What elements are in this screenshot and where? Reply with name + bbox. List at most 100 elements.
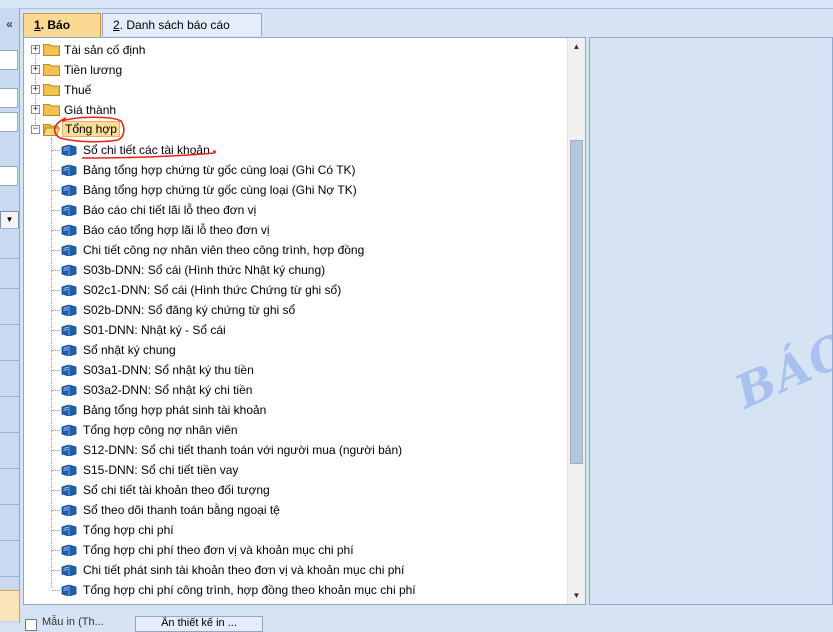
report-item[interactable]: Chi tiết công nợ nhân viên theo công trì… [24,240,569,260]
top-toolbar [0,0,833,9]
expand-icon[interactable]: + [31,105,40,114]
tree-connector [52,370,60,371]
sidebar-field[interactable] [0,88,18,108]
report-item[interactable]: S02c1-DNN: Sổ cái (Hình thức Chứng từ gh… [24,280,569,300]
report-item-label: Tổng hợp chi phí [83,523,174,537]
tree-connector [52,410,60,411]
scroll-up-icon[interactable]: ▲ [568,38,585,55]
report-item[interactable]: Báo cáo chi tiết lãi lỗ theo đơn vị [24,200,569,220]
tree-connector [52,190,60,191]
report-item[interactable]: Tổng hợp chi phí công trình, hợp đồng th… [24,580,569,600]
scrollbar-thumb[interactable] [570,140,583,464]
tree-connector [52,470,60,471]
report-item-label: Sổ nhật ký chung [83,343,176,357]
expand-icon[interactable]: + [31,85,40,94]
report-item[interactable]: Báo cáo tổng hợp lãi lỗ theo đơn vị [24,220,569,240]
report-book-icon [61,144,77,156]
report-item[interactable]: S15-DNN: Sổ chi tiết tiền vay [24,460,569,480]
report-item[interactable]: Sổ chi tiết tài khoản theo đối tượng [24,480,569,500]
scroll-down-icon[interactable]: ▼ [568,587,585,604]
report-item-label: Chi tiết công nợ nhân viên theo công trì… [83,243,365,257]
print-template-checkbox[interactable] [25,619,37,631]
divider [0,258,19,259]
divider [0,396,19,397]
tree-connector [52,430,60,431]
tree-connector [52,550,60,551]
tree-connector [52,390,60,391]
report-book-icon [61,464,77,476]
report-item[interactable]: Sổ theo dõi thanh toán bằng ngoại tệ [24,500,569,520]
tab-danh-sach-bao-cao[interactable]: 2. Danh sách báo cáo [102,13,262,36]
report-item[interactable]: S01-DNN: Nhật ký - Sổ cái [24,320,569,340]
report-item-label: S12-DNN: Sổ chi tiết thanh toán với ngườ… [83,443,403,457]
tree-folder-tong-hop[interactable]: − Tổng hợp [24,120,569,140]
report-book-icon [61,184,77,196]
report-book-icon [61,224,77,236]
tree-connector [52,150,60,151]
report-item-label: Báo cáo tổng hợp lãi lỗ theo đơn vị [83,223,270,237]
tree-connector [52,170,60,171]
divider [0,468,19,469]
report-item[interactable]: Tổng hợp chi phí [24,520,569,540]
report-item[interactable]: Bảng tổng hợp phát sinh tài khoản [24,400,569,420]
sidebar-field[interactable] [0,112,18,132]
expand-icon[interactable]: + [31,65,40,74]
report-item-label: Chi tiết phát sinh tài khoản theo đơn vị… [83,563,405,577]
report-preview-panel: BÁO [589,37,833,605]
tab-bao-cao[interactable]: 1. Báo cáo [23,13,101,54]
tree-connector [52,310,60,311]
report-item[interactable]: Sổ chi tiết các tài khoản [24,140,569,160]
sidebar-field[interactable] [0,50,18,70]
report-item[interactable]: Sổ nhật ký chung [24,340,569,360]
tree-folder-tien-luong[interactable]: + Tiền lương [24,60,569,80]
report-item-label: S03a2-DNN: Sổ nhật ký chi tiền [83,383,253,397]
report-book-icon [61,344,77,356]
report-item-label: Sổ theo dõi thanh toán bằng ngoại tệ [83,503,280,517]
tree-folder-tai-san-co-dinh[interactable]: + Tài sản cố định [24,40,569,60]
report-item[interactable]: Tổng hợp chi phí theo đơn vị và khoản mụ… [24,540,569,560]
report-item[interactable]: S12-DNN: Sổ chi tiết thanh toán với ngườ… [24,440,569,460]
report-item-label: S03b-DNN: Sổ cái (Hình thức Nhật ký chun… [83,263,326,277]
report-item[interactable]: Bảng tổng hợp chứng từ gốc cùng loại (Gh… [24,160,569,180]
hide-print-design-button[interactable]: Ẩn thiết kế in ... [135,616,263,632]
report-item[interactable]: S03b-DNN: Sổ cái (Hình thức Nhật ký chun… [24,260,569,280]
report-item[interactable]: Tổng hợp công nợ nhân viên [24,420,569,440]
tree-folder-label: Giá thành [64,103,117,117]
vertical-scrollbar[interactable]: ▲ ▼ [567,38,585,604]
open-folder-icon [43,124,60,136]
folder-icon [43,64,60,76]
tree-folder-gia-thanh[interactable]: + Giá thành [24,100,569,120]
folder-icon [43,44,60,56]
report-tree-panel: + Tài sản cố định + Tiền lương + Thuế + … [23,37,586,605]
report-item[interactable]: S03a1-DNN: Sổ nhật ký thu tiền [24,360,569,380]
report-book-icon [61,164,77,176]
folder-icon [43,84,60,96]
report-item-label: S15-DNN: Sổ chi tiết tiền vay [83,463,239,477]
report-book-icon [61,384,77,396]
report-item[interactable]: Bảng tổng hợp chứng từ gốc cùng loại (Gh… [24,180,569,200]
tree-folder-thue[interactable]: + Thuế [24,80,569,100]
divider [0,360,19,361]
collapse-icon[interactable]: − [31,125,40,134]
sidebar-field[interactable] [0,166,18,186]
report-book-icon [61,204,77,216]
report-book-icon [61,584,77,596]
tree-connector [52,570,60,571]
collapse-sidebar-button[interactable]: « [0,17,19,33]
sidebar-highlight-item[interactable] [0,590,19,621]
report-item[interactable]: S02b-DNN: Sổ đăng ký chứng từ ghi sổ [24,300,569,320]
report-book-icon [61,564,77,576]
report-book-icon [61,264,77,276]
report-item-label: S01-DNN: Nhật ký - Sổ cái [83,323,226,337]
chevron-down-icon[interactable]: ▼ [0,211,19,229]
expand-icon[interactable]: + [31,45,40,54]
tree-connector [52,250,60,251]
report-item[interactable]: S03a2-DNN: Sổ nhật ký chi tiền [24,380,569,400]
report-book-icon [61,364,77,376]
report-book-icon [61,444,77,456]
report-item[interactable]: Chi tiết phát sinh tài khoản theo đơn vị… [24,560,569,580]
report-book-icon [61,324,77,336]
tree-connector [52,210,60,211]
tab-label: Danh sách báo cáo [126,18,230,32]
report-item-label: Tổng hợp chi phí công trình, hợp đồng th… [83,583,416,597]
